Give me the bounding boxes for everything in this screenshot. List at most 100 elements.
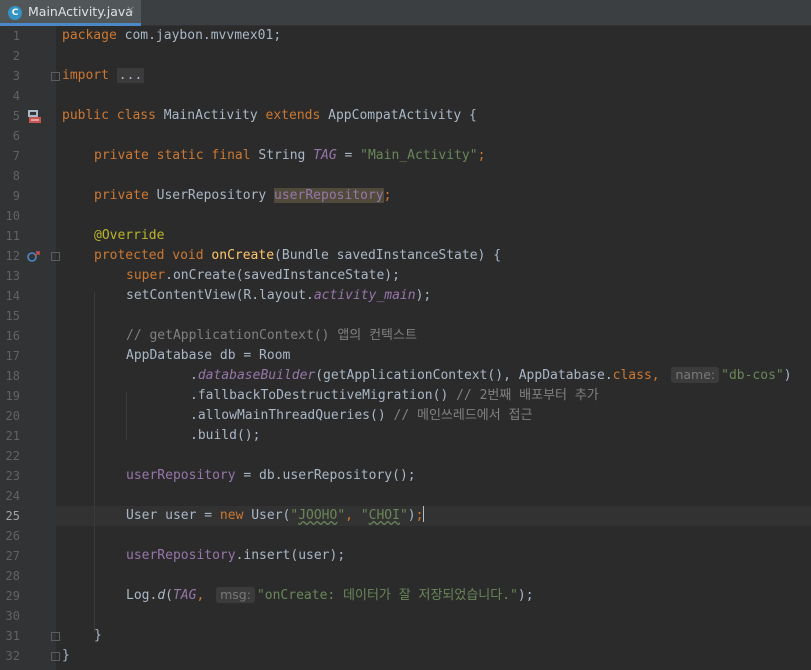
super-class: AppCompatActivity { bbox=[320, 108, 477, 123]
string-literal: "onCreate: 데이터가 잘 저장되었습니다." bbox=[256, 588, 518, 603]
dot: . bbox=[190, 368, 198, 383]
string-quote: " bbox=[360, 508, 369, 523]
keyword: import bbox=[62, 68, 109, 83]
line-number: 22 bbox=[5, 449, 20, 463]
string-quote: " bbox=[399, 508, 408, 523]
line-number: 16 bbox=[5, 329, 20, 343]
semicolon: ; bbox=[383, 188, 392, 203]
args: (getApplicationContext(), AppDatabase. bbox=[315, 368, 613, 383]
line-number: 19 bbox=[5, 389, 20, 403]
folded-imports[interactable]: ... bbox=[116, 68, 145, 83]
line-number: 7 bbox=[12, 149, 20, 163]
comment: // 메인쓰레드에서 접근 bbox=[393, 408, 533, 423]
line-number: 12 bbox=[5, 249, 20, 263]
line-number: 8 bbox=[12, 169, 20, 183]
line-number: 6 bbox=[12, 129, 20, 143]
comma: , bbox=[651, 368, 668, 383]
semicolon: ; bbox=[477, 148, 486, 163]
string-literal: JOOHO bbox=[298, 508, 338, 523]
field-name: userRepository bbox=[126, 468, 236, 483]
line-number: 18 bbox=[5, 369, 20, 383]
tab-label: MainActivity.java bbox=[28, 4, 133, 19]
db-declaration: AppDatabase db = Room bbox=[126, 348, 291, 363]
line-number: 24 bbox=[5, 489, 20, 503]
keyword: super bbox=[126, 268, 166, 283]
keyword: final bbox=[211, 148, 251, 163]
current-line-number: 25 bbox=[5, 509, 20, 523]
constant-field: TAG bbox=[313, 148, 337, 163]
comma: , bbox=[196, 588, 213, 603]
field-name: userRepository bbox=[274, 188, 384, 203]
keyword: class bbox=[116, 108, 156, 123]
field-name: userRepository bbox=[126, 548, 236, 563]
keyword: extends bbox=[265, 108, 321, 123]
line-number: 2 bbox=[12, 49, 20, 63]
call: .fallbackToDestructiveMigration() bbox=[190, 388, 457, 403]
string-quote: " bbox=[337, 508, 346, 523]
comment: // getApplicationContext() 앱의 컨텍스트 bbox=[126, 328, 417, 343]
call: setContentView(R.layout. bbox=[126, 288, 314, 303]
close-paren: ) bbox=[783, 368, 792, 383]
string-literal: CHOI bbox=[368, 508, 400, 523]
static-method: d bbox=[157, 588, 166, 603]
type-name: UserRepository bbox=[148, 188, 275, 203]
package-name: com.jaybon.mvvmex01; bbox=[116, 28, 282, 43]
keyword: package bbox=[62, 28, 117, 43]
close-icon[interactable]: × bbox=[126, 3, 135, 16]
parameter-hint: name: bbox=[671, 367, 720, 383]
params: (Bundle savedInstanceState) { bbox=[274, 248, 502, 263]
comma: , bbox=[345, 508, 361, 523]
keyword: static bbox=[156, 148, 204, 163]
operator: = bbox=[336, 148, 361, 163]
comment: // 2번째 배포부터 추가 bbox=[456, 388, 599, 403]
line-number: 32 bbox=[5, 649, 20, 663]
tab-mainactivity[interactable]: C MainActivity.java × bbox=[0, 0, 141, 26]
type-name: String bbox=[250, 148, 314, 163]
call-close: ); bbox=[517, 588, 534, 603]
call-close: ); bbox=[415, 288, 432, 303]
semicolon: ; bbox=[415, 508, 424, 523]
editor-tab-bar: C MainActivity.java × bbox=[0, 0, 811, 26]
string-literal: "db-cos" bbox=[721, 368, 784, 383]
line-number: 29 bbox=[5, 589, 20, 603]
keyword: private bbox=[94, 188, 149, 203]
line-number: 10 bbox=[5, 209, 20, 223]
line-number: 31 bbox=[5, 629, 20, 643]
keyword: private bbox=[94, 148, 149, 163]
line-number: 30 bbox=[5, 609, 20, 623]
method-name: onCreate bbox=[211, 248, 275, 263]
line-number: 1 bbox=[12, 29, 20, 43]
line-number: 27 bbox=[5, 549, 20, 563]
close-brace: } bbox=[94, 628, 102, 643]
call: .insert(user); bbox=[235, 548, 346, 563]
java-class-icon-letter: C bbox=[11, 8, 19, 18]
close-paren: ) bbox=[407, 508, 416, 523]
class-name: MainActivity bbox=[155, 108, 266, 123]
line-number: 28 bbox=[5, 569, 20, 583]
parameter-hint: msg: bbox=[216, 587, 255, 603]
line-number: 17 bbox=[5, 349, 20, 363]
java-class-icon: C bbox=[8, 6, 22, 20]
constant-field: TAG bbox=[172, 588, 197, 603]
line-number: 23 bbox=[5, 469, 20, 483]
keyword: public bbox=[62, 108, 109, 123]
string-literal: "Main_Activity" bbox=[360, 148, 478, 163]
open-paren: ( bbox=[165, 588, 173, 603]
annotation: @Override bbox=[94, 228, 165, 243]
close-brace: } bbox=[62, 648, 70, 663]
keyword: void bbox=[172, 248, 204, 263]
line-number: 11 bbox=[5, 229, 20, 243]
user-declaration: User user = bbox=[126, 508, 220, 523]
line-number: 20 bbox=[5, 409, 20, 423]
line-number: 26 bbox=[5, 529, 20, 543]
line-number: 3 bbox=[12, 69, 20, 83]
static-field: activity_main bbox=[313, 288, 416, 303]
line-number: 13 bbox=[5, 269, 20, 283]
keyword: protected bbox=[94, 248, 165, 263]
assignment: = db.userRepository(); bbox=[235, 468, 416, 483]
call: .onCreate(savedInstanceState); bbox=[165, 268, 400, 283]
call: .build(); bbox=[190, 428, 261, 443]
static-method: databaseBuilder bbox=[197, 368, 316, 383]
call: .allowMainThreadQueries() bbox=[190, 408, 394, 423]
line-number: 4 bbox=[12, 89, 20, 103]
